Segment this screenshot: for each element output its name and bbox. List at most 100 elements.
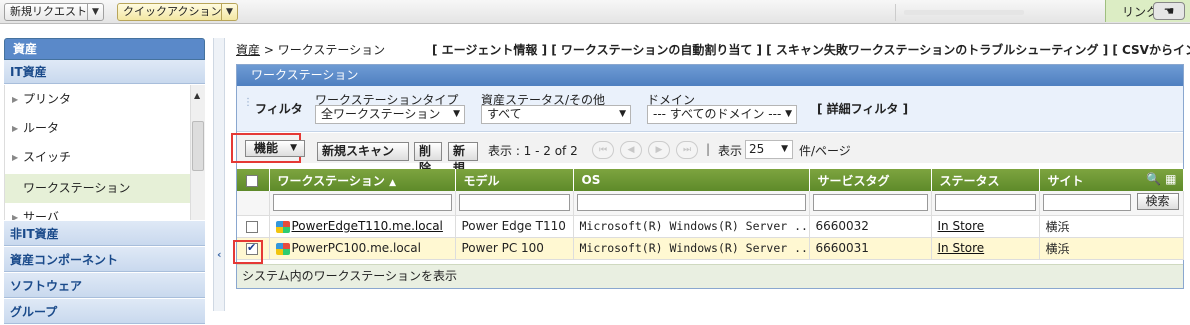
status-filter-select[interactable]: すべて ▼ [481, 105, 631, 124]
sidebar-category-components[interactable]: 資産コンポーネント [4, 246, 205, 272]
chevron-down-icon[interactable]: ▼ [87, 4, 103, 20]
chevron-down-icon[interactable]: ▼ [221, 4, 237, 20]
caret-right-icon: ▶ [12, 95, 19, 104]
next-page-icon[interactable]: ▶ [648, 141, 670, 159]
link-panel[interactable]: リンク ☚ [1105, 0, 1190, 22]
workstation-panel: ワークステーション ⋮ フィルタ ワークステーションタイプ 全ワークステーション… [231, 64, 1184, 289]
delete-button[interactable]: 削除 [414, 142, 442, 175]
row-checkbox-cell [237, 215, 270, 238]
workstation-table: ワークステーション ▲ モデル OS サービスタグ ステータス サイト 🔍 ▦ 検… [237, 169, 1184, 260]
action-links[interactable]: [ エージェント情報 ] [ ワークステーションの自動割り当て ] [ スキャン… [432, 41, 1190, 58]
sidebar-item-workstation[interactable]: ワークステーション [5, 174, 192, 203]
caret-right-icon: ▶ [12, 124, 19, 133]
select-all-header[interactable] [237, 169, 270, 191]
chevron-down-icon: ▼ [781, 144, 788, 154]
quick-action-label: クイックアクション [123, 5, 222, 18]
sidebar-item-label: スイッチ [23, 150, 72, 164]
new-button[interactable]: 新規 [448, 142, 478, 175]
column-header-status[interactable]: ステータス [931, 169, 1040, 191]
search-button[interactable]: 検索 [1136, 193, 1179, 210]
sidebar-category-non-it[interactable]: 非IT資産 [4, 220, 205, 246]
cell-workstation: PowerEdgeT110.me.local [269, 215, 456, 238]
cell-workstation: PowerPC100.me.local [269, 237, 456, 260]
breadcrumb-root-link[interactable]: 資産 [236, 43, 260, 57]
record-count: 表示 : 1 - 2 of 2 [488, 144, 578, 158]
quick-action-button[interactable]: クイックアクション ▼ [117, 3, 238, 21]
search-row: 検索 [237, 191, 1184, 216]
sidebar-item-router[interactable]: ▶ ルータ [5, 114, 192, 143]
new-request-button[interactable]: 新規リクエスト ▼ [4, 3, 104, 21]
breadcrumb-current: ワークステーション [277, 43, 386, 57]
panel-footer: システム内のワークステーションを表示 [237, 264, 1183, 288]
type-filter-select[interactable]: 全ワークステーション ▼ [315, 105, 465, 124]
table-row[interactable]: PowerEdgeT110.me.local Power Edge T110 M… [237, 215, 1184, 238]
sidebar-subheader[interactable]: IT資産 [4, 60, 205, 84]
column-header-service-tag[interactable]: サービスタグ [809, 169, 932, 191]
sidebar-header[interactable]: 資産 [4, 38, 205, 60]
top-bar: 新規リクエスト ▼ クイックアクション ▼ リンク ☚ [0, 0, 1190, 24]
functions-button[interactable]: 機能 ▼ [245, 140, 305, 157]
cell-model: Power PC 100 [455, 237, 574, 260]
scroll-thumb[interactable] [192, 121, 204, 171]
advanced-filter-link[interactable]: [ 詳細フィルタ ] [817, 100, 908, 117]
type-filter-value: 全ワークステーション [321, 107, 441, 121]
chevron-down-icon: ▼ [290, 143, 297, 153]
per-page-label: 件/ページ [799, 144, 851, 158]
search-input-os[interactable] [576, 194, 806, 212]
search-input-workstation[interactable] [272, 194, 452, 212]
sidebar-collapse-bar[interactable]: ‹ [213, 38, 225, 311]
sidebar-item-printer[interactable]: ▶ プリンタ [5, 85, 192, 114]
windows-icon [275, 220, 290, 233]
table-header-row: ワークステーション ▲ モデル OS サービスタグ ステータス サイト 🔍 ▦ [237, 169, 1184, 191]
cell-service-tag: 6660031 [809, 237, 932, 260]
search-cell [931, 191, 1040, 216]
cell-site: 横浜 [1039, 215, 1184, 238]
column-header-workstation[interactable]: ワークステーション ▲ [269, 169, 456, 191]
cell-status: In Store [931, 215, 1040, 238]
sidebar-category-group[interactable]: グループ [4, 298, 205, 324]
last-page-icon[interactable]: ⏭ [676, 141, 698, 159]
workstation-link[interactable]: PowerPC100.me.local [292, 241, 421, 255]
search-cell: 検索 [1039, 191, 1184, 216]
column-header-site[interactable]: サイト 🔍 ▦ [1039, 169, 1184, 191]
row-checkbox[interactable] [246, 220, 258, 233]
domain-filter-select[interactable]: --- すべてのドメイン --- ▼ [647, 105, 797, 124]
sidebar: 資産 IT資産 ▶ プリンタ ▶ ルータ ▶ スイッチ ワークステーション ▶ サーバ … [0, 38, 208, 324]
chevron-down-icon: ▼ [453, 109, 460, 119]
functions-label: 機能 [254, 141, 279, 155]
sidebar-category-software[interactable]: ソフトウェア [4, 272, 205, 298]
status-link[interactable]: In Store [938, 241, 985, 255]
search-cell [809, 191, 932, 216]
panel-title: ワークステーション [237, 65, 1183, 86]
scroll-up-icon[interactable]: ▲ [194, 91, 200, 100]
search-spacer [237, 191, 270, 216]
select-all-checkbox[interactable] [246, 174, 258, 187]
page-size-select[interactable]: 25 ▼ [745, 140, 793, 159]
status-filter-value: すべて [487, 107, 522, 121]
sidebar-item-switch[interactable]: ▶ スイッチ [5, 143, 192, 172]
page-size-value: 25 [749, 142, 765, 156]
chevron-down-icon: ▼ [619, 109, 626, 119]
grid-toolbar: 機能 ▼ 新規スキャン 削除 新規 表示 : 1 - 2 of 2 ⏮ ◀ ▶ ⏭… [231, 133, 1183, 175]
column-header-os[interactable]: OS [573, 169, 810, 191]
search-input-site[interactable] [1042, 194, 1131, 212]
new-request-label: 新規リクエスト [10, 5, 87, 18]
status-link[interactable]: In Store [938, 219, 985, 233]
new-scan-button[interactable]: 新規スキャン [317, 142, 409, 161]
table-row[interactable]: PowerPC100.me.local Power PC 100 Microso… [237, 237, 1184, 260]
column-header-model[interactable]: モデル [455, 169, 574, 191]
collapse-left-icon[interactable]: ‹ [217, 248, 222, 261]
domain-filter-value: --- すべてのドメイン --- [653, 107, 782, 121]
breadcrumb-separator: > [260, 43, 278, 57]
sort-ascending-icon[interactable]: ▲ [389, 178, 396, 188]
hand-icon[interactable]: ☚ [1153, 2, 1185, 20]
search-input-model[interactable] [458, 194, 570, 212]
column-chooser-icon[interactable]: 🔍 ▦ [1146, 172, 1176, 186]
top-search-area[interactable] [895, 4, 1100, 21]
chevron-down-icon: ▼ [785, 109, 792, 119]
first-page-icon[interactable]: ⏮ [592, 141, 614, 159]
search-input-status[interactable] [934, 194, 1036, 212]
workstation-link[interactable]: PowerEdgeT110.me.local [292, 219, 443, 233]
prev-page-icon[interactable]: ◀ [620, 141, 642, 159]
search-input-service-tag[interactable] [812, 194, 928, 212]
